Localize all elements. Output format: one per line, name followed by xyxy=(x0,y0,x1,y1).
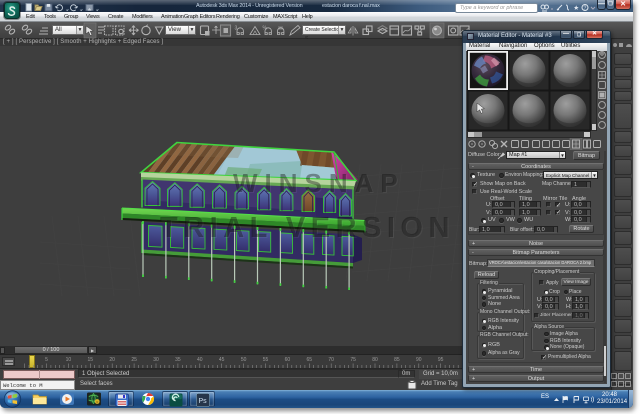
svg-text:%: % xyxy=(263,26,268,32)
svg-text:3: 3 xyxy=(235,26,238,32)
svg-text:?: ? xyxy=(584,6,587,12)
svg-text:Ps: Ps xyxy=(199,398,208,405)
